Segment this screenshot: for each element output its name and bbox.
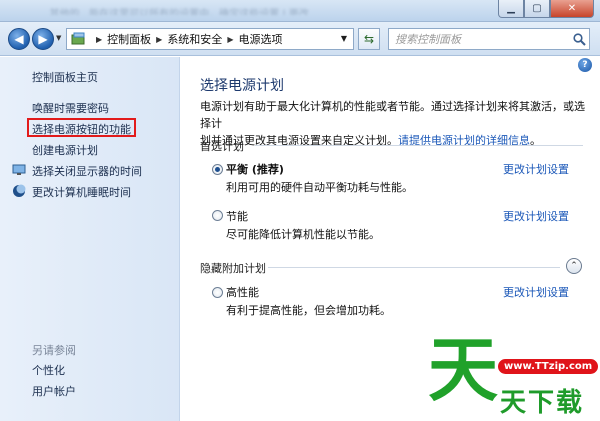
breadcrumb-power-options[interactable]: 电源选项 [238, 31, 282, 47]
sidebar-item-sleep-time[interactable]: 更改计算机睡眠时间 [32, 184, 131, 200]
see-also-heading: 另请参阅 [32, 344, 76, 357]
search-icon[interactable] [569, 32, 589, 46]
search-box[interactable]: 搜索控制面板 [388, 28, 590, 50]
refresh-icon: ⇆ [363, 32, 375, 46]
chevron-up-icon[interactable]: ⌃ [566, 258, 582, 274]
sidebar-item-user-accounts[interactable]: 用户帐户 [32, 383, 76, 399]
moon-icon [12, 184, 26, 198]
minimize-button[interactable]: ▁ [498, 0, 524, 18]
plan-powersaver-radio[interactable] [212, 210, 223, 221]
breadcrumb: ▶ 控制面板 ▶ 系统和安全 ▶ 电源选项 [91, 31, 282, 47]
watermark-url: www.TTzip.com [498, 359, 599, 374]
plan-balanced-name[interactable]: 平衡 (推荐) [226, 161, 284, 177]
window-controls: ▁ ▢ ✕ [498, 0, 594, 18]
display-icon [12, 163, 26, 177]
hidden-plans-heading: 隐藏附加计划 [200, 262, 266, 275]
watermark-logo: 天 www.TTzip.com 天下载 [428, 330, 600, 421]
plan-powersaver-desc: 尽可能降低计算机性能以节能。 [226, 228, 380, 241]
plan-highperf-desc: 有利于提高性能，但会增加功耗。 [226, 304, 391, 317]
breadcrumb-system-security[interactable]: 系统和安全 [167, 31, 222, 47]
search-input[interactable]: 搜索控制面板 [395, 31, 569, 47]
history-dropdown-icon[interactable]: ▼ [56, 34, 61, 42]
breadcrumb-arrow-icon[interactable]: ▶ [96, 35, 102, 44]
divider [268, 267, 560, 268]
plan-balanced-radio[interactable] [212, 164, 223, 175]
sidebar-item-create-plan[interactable]: 创建电源计划 [32, 142, 98, 158]
breadcrumb-arrow-icon[interactable]: ▶ [227, 35, 233, 44]
plan-highperf-name[interactable]: 高性能 [226, 284, 259, 300]
sidebar: 控制面板主页 唤醒时需要密码 选择电源按钮的功能 创建电源计划 选择关闭显示器的… [0, 57, 180, 421]
navigation-bar: ◀ ▶ ▼ ▶ 控制面板 ▶ 系统和安全 ▶ 电源选项 ▼ ⇆ 搜索控制面板 [0, 22, 600, 56]
sidebar-home-link[interactable]: 控制面板主页 [32, 69, 98, 85]
sidebar-item-display-off[interactable]: 选择关闭显示器的时间 [32, 163, 142, 179]
close-button[interactable]: ✕ [550, 0, 594, 18]
plan-powersaver-name[interactable]: 节能 [226, 208, 248, 224]
maximize-button[interactable]: ▢ [524, 0, 550, 18]
description-line-1: 电源计划有助于最大化计算机的性能或者节能。通过选择计划来将其激活，或选择计 [200, 100, 585, 130]
preferred-plans-heading: 首选计划 [200, 140, 244, 153]
breadcrumb-control-panel[interactable]: 控制面板 [107, 31, 151, 47]
divider [255, 145, 583, 146]
watermark-small-text: 天下载 [500, 388, 585, 418]
sidebar-item-wake-password[interactable]: 唤醒时需要密码 [32, 100, 109, 116]
plan-highperf-settings-link[interactable]: 更改计划设置 [503, 284, 569, 300]
page-description: 电源计划有助于最大化计算机的性能或者节能。通过选择计划来将其激活，或选择计 划并… [200, 98, 590, 149]
description-line-2: 划并通过更改其电源设置来自定义计划。请提供电源计划的详细信息。 [200, 132, 590, 149]
forward-button[interactable]: ▶ [32, 28, 54, 50]
plan-balanced-desc: 利用可用的硬件自动平衡功耗与性能。 [226, 181, 413, 194]
sidebar-item-personalize[interactable]: 个性化 [32, 362, 65, 378]
back-button[interactable]: ◀ [8, 28, 30, 50]
plan-balanced-settings-link[interactable]: 更改计划设置 [503, 161, 569, 177]
address-bar[interactable]: ▶ 控制面板 ▶ 系统和安全 ▶ 电源选项 ▼ [66, 28, 354, 50]
plan-highperf-radio[interactable] [212, 287, 223, 298]
help-icon[interactable]: ? [578, 58, 592, 72]
sidebar-item-power-button[interactable]: 选择电源按钮的功能 [32, 121, 131, 137]
page-title: 选择电源计划 [200, 78, 284, 94]
watermark-big-char: 天 [428, 329, 498, 411]
title-bar: ...其他的...能在这里可以所有的设置中，确定这些设置 | 更改... ▁ ▢… [0, 0, 600, 22]
blurred-title-text: ...其他的...能在这里可以所有的设置中，确定这些设置 | 更改... [40, 9, 319, 15]
control-panel-icon [71, 32, 87, 46]
plan-powersaver-settings-link[interactable]: 更改计划设置 [503, 208, 569, 224]
breadcrumb-arrow-icon[interactable]: ▶ [156, 35, 162, 44]
address-dropdown-icon[interactable]: ▼ [337, 32, 351, 46]
refresh-button[interactable]: ⇆ [358, 28, 380, 50]
